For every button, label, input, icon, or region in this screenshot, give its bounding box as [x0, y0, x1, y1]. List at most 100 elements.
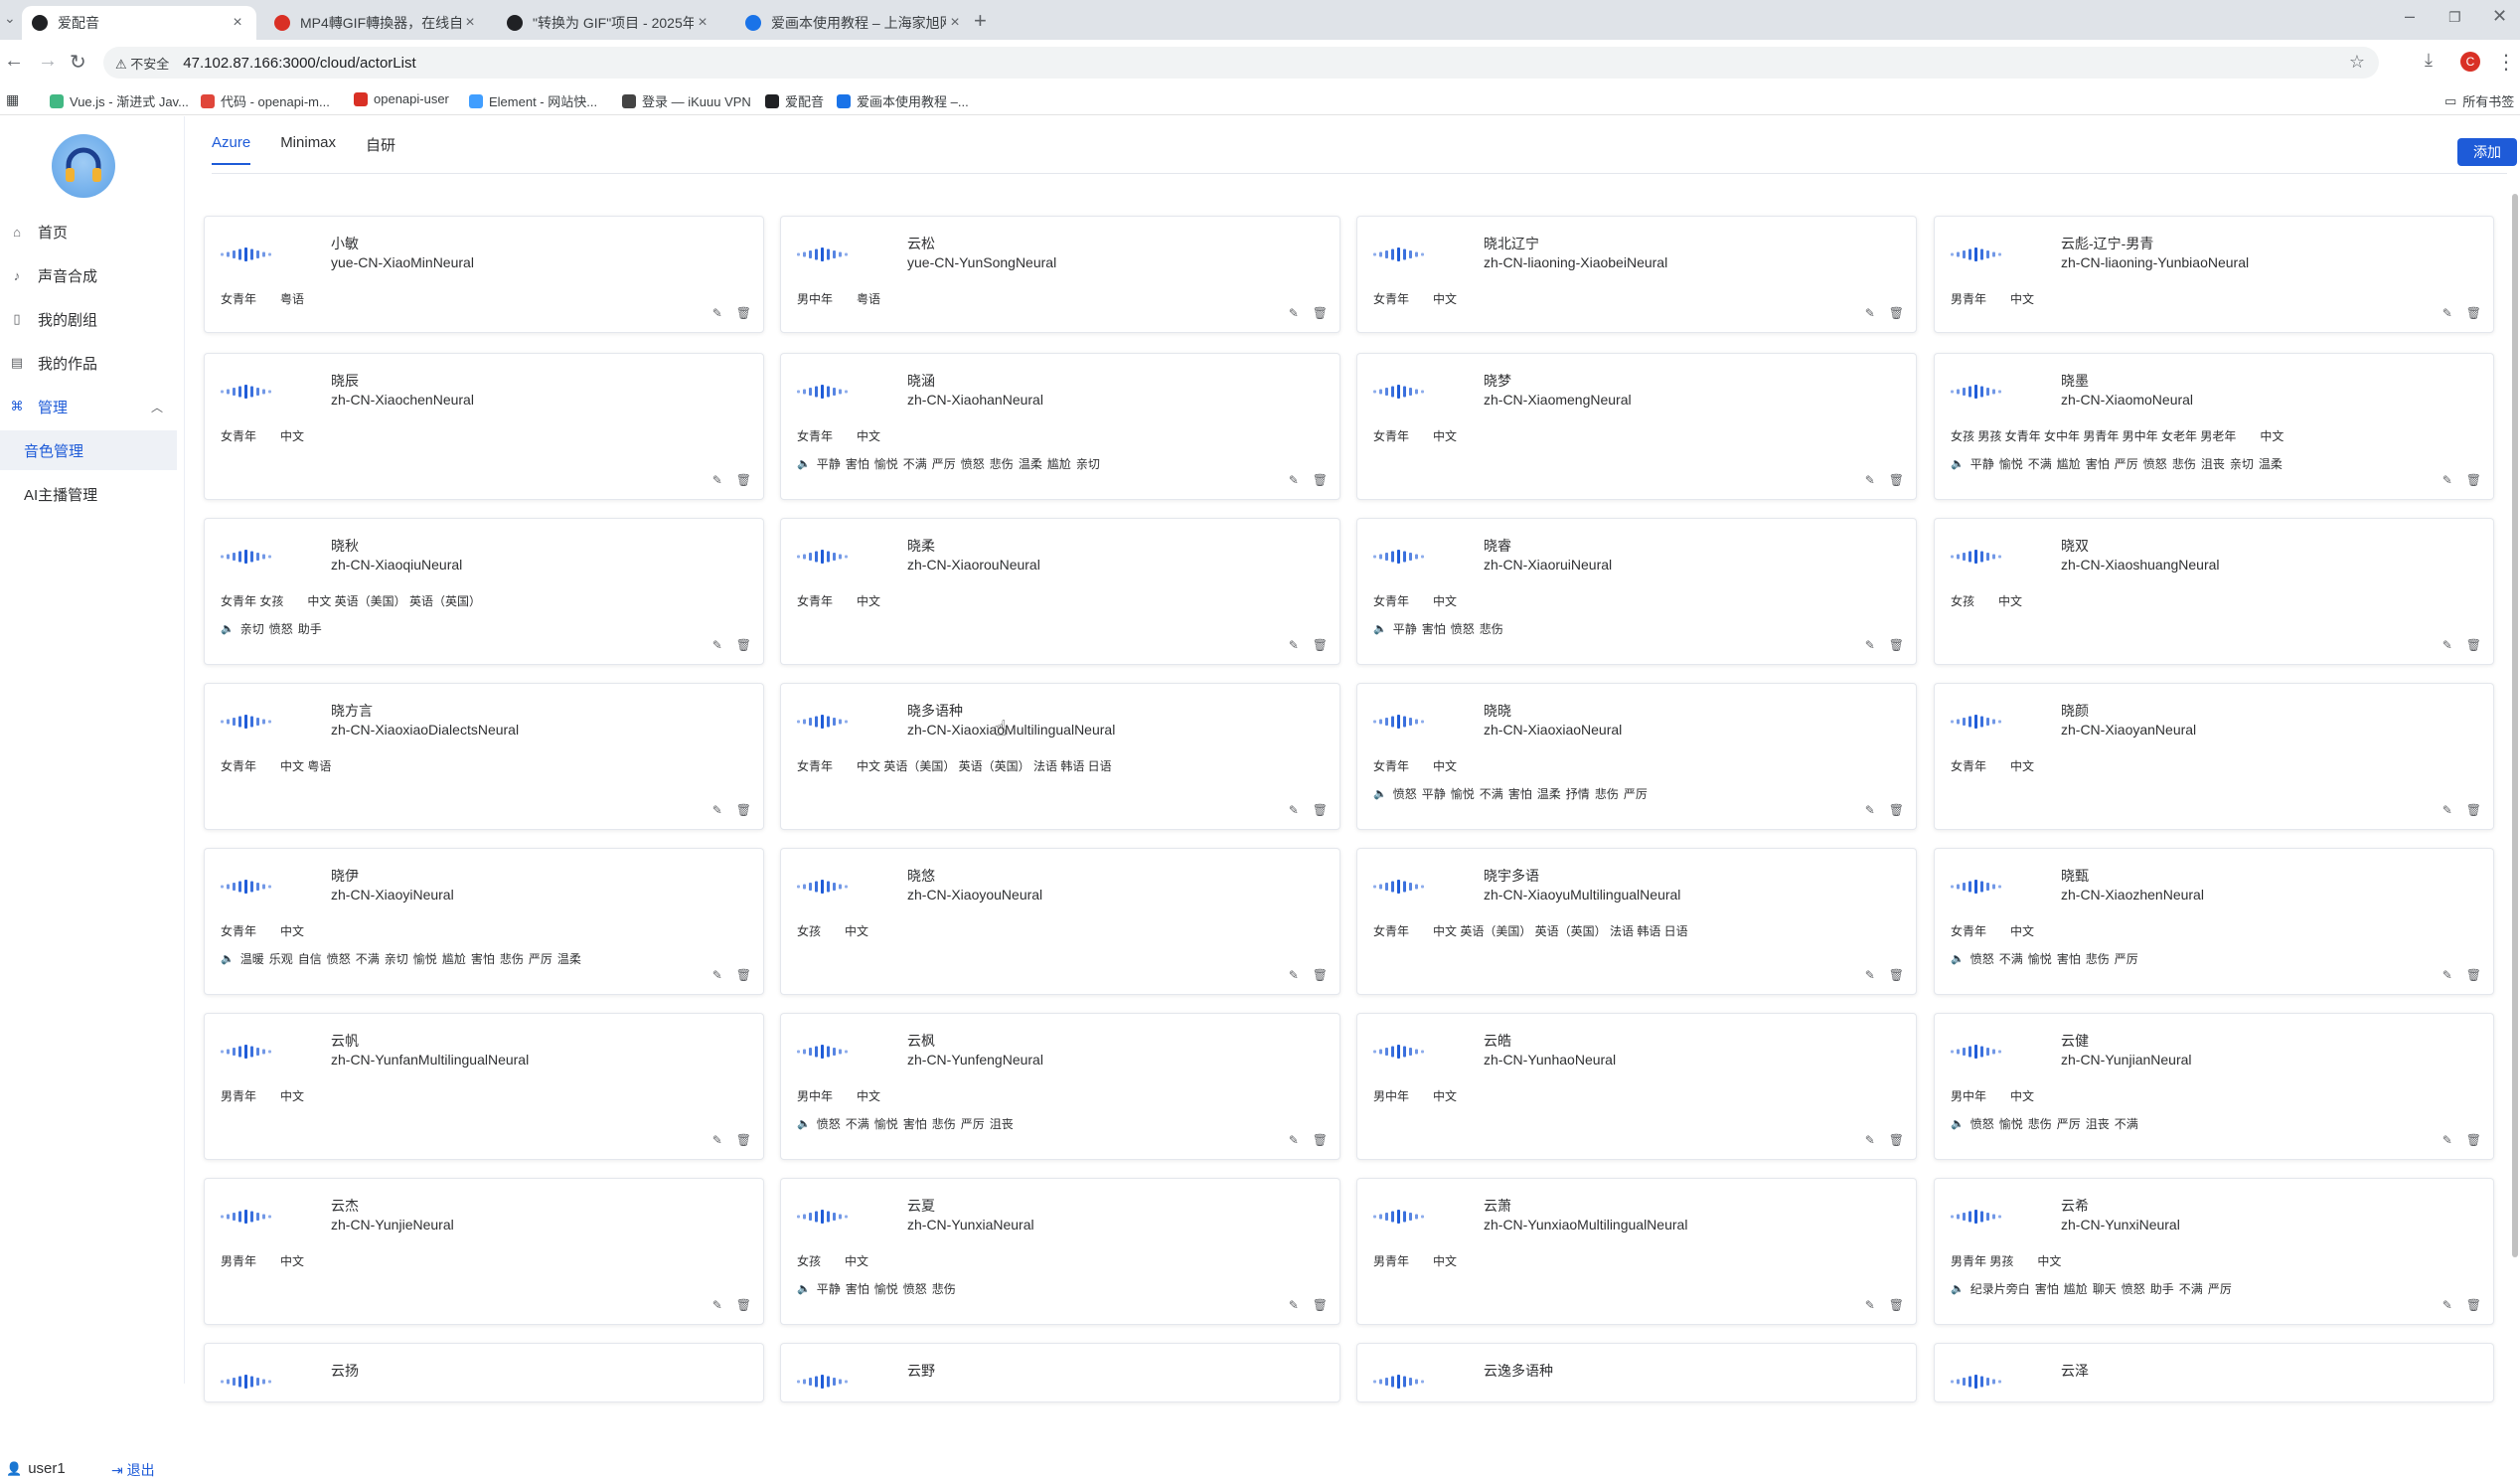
delete-icon[interactable]: 🗑 — [1313, 1133, 1328, 1147]
delete-icon[interactable]: 🗑 — [1313, 803, 1328, 817]
emotion-tag[interactable]: 不满 — [903, 455, 927, 472]
voice-card[interactable]: 晓多语种 zh-CN-XiaoxiaoMultilingualNeural 女青年 中… — [780, 683, 1340, 830]
bookmark-item[interactable]: openapi-user — [354, 91, 449, 106]
emotion-tag[interactable]: 害怕 — [471, 950, 495, 967]
emotion-tag[interactable]: 聊天 — [2093, 1280, 2117, 1297]
emotion-tag[interactable]: 愉悦 — [1999, 1115, 2023, 1132]
emotion-tag[interactable]: 愤怒 — [2122, 1280, 2145, 1297]
edit-icon[interactable]: ✎ — [2442, 1133, 2452, 1147]
emotion-tag[interactable]: 严厉 — [1624, 785, 1648, 802]
emotion-tag[interactable]: 纪录片旁白 — [1970, 1280, 2030, 1297]
waveform[interactable] — [1373, 879, 1425, 900]
delete-icon[interactable]: 🗑 — [2466, 1133, 2481, 1147]
emotion-tag[interactable]: 温柔 — [1019, 455, 1042, 472]
edit-icon[interactable]: ✎ — [2442, 473, 2452, 487]
emotion-tag[interactable]: 不满 — [1999, 950, 2023, 967]
edit-icon[interactable]: ✎ — [1289, 638, 1299, 652]
emotion-tag[interactable]: 沮丧 — [990, 1115, 1014, 1132]
waveform[interactable] — [797, 1209, 849, 1230]
delete-icon[interactable]: 🗑 — [2466, 473, 2481, 487]
emotion-tag[interactable]: 温柔 — [557, 950, 581, 967]
delete-icon[interactable]: 🗑 — [2466, 968, 2481, 982]
waveform[interactable] — [797, 1374, 849, 1395]
delete-icon[interactable]: 🗑 — [1889, 473, 1904, 487]
delete-icon[interactable]: 🗑 — [1889, 803, 1904, 817]
waveform[interactable] — [1373, 1374, 1425, 1395]
delete-icon[interactable]: 🗑 — [2466, 803, 2481, 817]
waveform[interactable] — [221, 1374, 272, 1395]
emotion-tag[interactable]: 愤怒 — [1970, 1115, 1994, 1132]
emotion-tag[interactable]: 严厉 — [932, 455, 956, 472]
sidebar-group-manage[interactable]: ⌘ 管理 ︿ — [0, 387, 177, 426]
emotion-tag[interactable]: 自信 — [298, 950, 322, 967]
tab-close-icon[interactable]: × — [461, 14, 479, 32]
delete-icon[interactable]: 🗑 — [736, 1133, 751, 1147]
emotion-tag[interactable]: 愉悦 — [1999, 455, 2023, 472]
waveform[interactable] — [1951, 247, 2002, 267]
emotion-tag[interactable]: 愤怒 — [269, 620, 293, 637]
sidebar-subitem-1[interactable]: AI主播管理 — [0, 474, 177, 514]
edit-icon[interactable]: ✎ — [712, 638, 722, 652]
delete-icon[interactable]: 🗑 — [736, 968, 751, 982]
emotion-tag[interactable]: 害怕 — [846, 455, 869, 472]
minimize-icon[interactable]: – — [2405, 6, 2415, 27]
emotion-tag[interactable]: 严厉 — [2115, 950, 2138, 967]
bookmark-item[interactable]: 登录 — iKuuu VPN — [622, 91, 751, 110]
emotion-tag[interactable]: 平静 — [817, 1280, 841, 1297]
emotion-tag[interactable]: 严厉 — [2115, 455, 2138, 472]
emotion-tag[interactable]: 愤怒 — [1393, 785, 1417, 802]
emotion-tag[interactable]: 愤怒 — [1970, 950, 1994, 967]
new-tab-button[interactable]: + — [974, 8, 987, 34]
waveform[interactable] — [221, 1209, 272, 1230]
delete-icon[interactable]: 🗑 — [1889, 306, 1904, 320]
emotion-tag[interactable]: 尴尬 — [1047, 455, 1071, 472]
voice-card[interactable]: 云松 yue-CN-YunSongNeural 男中年 粤语 ✎ 🗑 — [780, 216, 1340, 333]
not-secure-label[interactable]: ⚠ 不安全 — [115, 54, 169, 73]
emotion-tag[interactable]: 不满 — [2028, 455, 2052, 472]
voice-card[interactable]: 云萧 zh-CN-YunxiaoMultilingualNeural 男青年 中文 ✎ 🗑 — [1356, 1178, 1917, 1325]
sidebar-item-2[interactable]: ▯ 我的剧组 — [0, 299, 177, 339]
voice-card[interactable]: 云扬 — [204, 1343, 764, 1402]
voice-card[interactable]: 晓颜 zh-CN-XiaoyanNeural 女青年 中文 ✎ 🗑 — [1934, 683, 2494, 830]
edit-icon[interactable]: ✎ — [1865, 638, 1875, 652]
emotion-tag[interactable]: 悲伤 — [932, 1280, 956, 1297]
browser-tab-3[interactable]: 爱画本使用教程 – 上海家旭网络 …× — [735, 6, 974, 40]
waveform[interactable] — [797, 384, 849, 405]
voice-card[interactable]: 云帆 zh-CN-YunfanMultilingualNeural 男青年 中文 ✎ 🗑 — [204, 1013, 764, 1160]
edit-icon[interactable]: ✎ — [1865, 1133, 1875, 1147]
emotion-tag[interactable]: 害怕 — [2035, 1280, 2059, 1297]
emotion-tag[interactable]: 愤怒 — [817, 1115, 841, 1132]
voice-card[interactable]: 云皓 zh-CN-YunhaoNeural 男中年 中文 ✎ 🗑 — [1356, 1013, 1917, 1160]
tab-close-icon[interactable]: × — [694, 14, 711, 32]
sidebar-item-3[interactable]: ▤ 我的作品 — [0, 343, 177, 383]
waveform[interactable] — [1951, 384, 2002, 405]
emotion-tag[interactable]: 平静 — [1393, 620, 1417, 637]
delete-icon[interactable]: 🗑 — [1889, 1298, 1904, 1312]
voice-card[interactable]: 云健 zh-CN-YunjianNeural 男中年 中文 🔈 愤怒 愉悦 悲伤 严厉 沮丧 不满 ✎… — [1934, 1013, 2494, 1160]
edit-icon[interactable]: ✎ — [1865, 968, 1875, 982]
bookmark-item[interactable]: 爱画本使用教程 –... — [837, 91, 969, 110]
voice-card[interactable]: 晓悠 zh-CN-XiaoyouNeural 女孩 中文 ✎ 🗑 — [780, 848, 1340, 995]
page-scrollbar[interactable] — [2512, 194, 2518, 1257]
edit-icon[interactable]: ✎ — [1289, 1133, 1299, 1147]
browser-tab-0[interactable]: 爱配音 × — [22, 6, 256, 40]
logout-button[interactable]: ⇥ 退出 — [111, 1460, 155, 1480]
waveform[interactable] — [1951, 549, 2002, 570]
emotion-tag[interactable]: 严厉 — [2057, 1115, 2081, 1132]
browser-tab-2[interactable]: "转换为 GIF"项目 - 2025年7月 …× — [497, 6, 721, 40]
emotion-tag[interactable]: 愉悦 — [874, 1115, 898, 1132]
emotion-tag[interactable]: 悲伤 — [1480, 620, 1503, 637]
emotion-tag[interactable]: 严厉 — [961, 1115, 985, 1132]
waveform[interactable] — [1951, 1209, 2002, 1230]
waveform[interactable] — [1373, 1209, 1425, 1230]
edit-icon[interactable]: ✎ — [1289, 968, 1299, 982]
emotion-tag[interactable]: 愤怒 — [2143, 455, 2167, 472]
emotion-tag[interactable]: 亲切 — [240, 620, 264, 637]
edit-icon[interactable]: ✎ — [2442, 968, 2452, 982]
emotion-tag[interactable]: 沮丧 — [2201, 455, 2225, 472]
sidebar-item-1[interactable]: ♪ 声音合成 — [0, 255, 177, 295]
emotion-tag[interactable]: 沮丧 — [2086, 1115, 2110, 1132]
emotion-tag[interactable]: 平静 — [817, 455, 841, 472]
emotion-tag[interactable]: 不满 — [1480, 785, 1503, 802]
waveform[interactable] — [221, 879, 272, 900]
